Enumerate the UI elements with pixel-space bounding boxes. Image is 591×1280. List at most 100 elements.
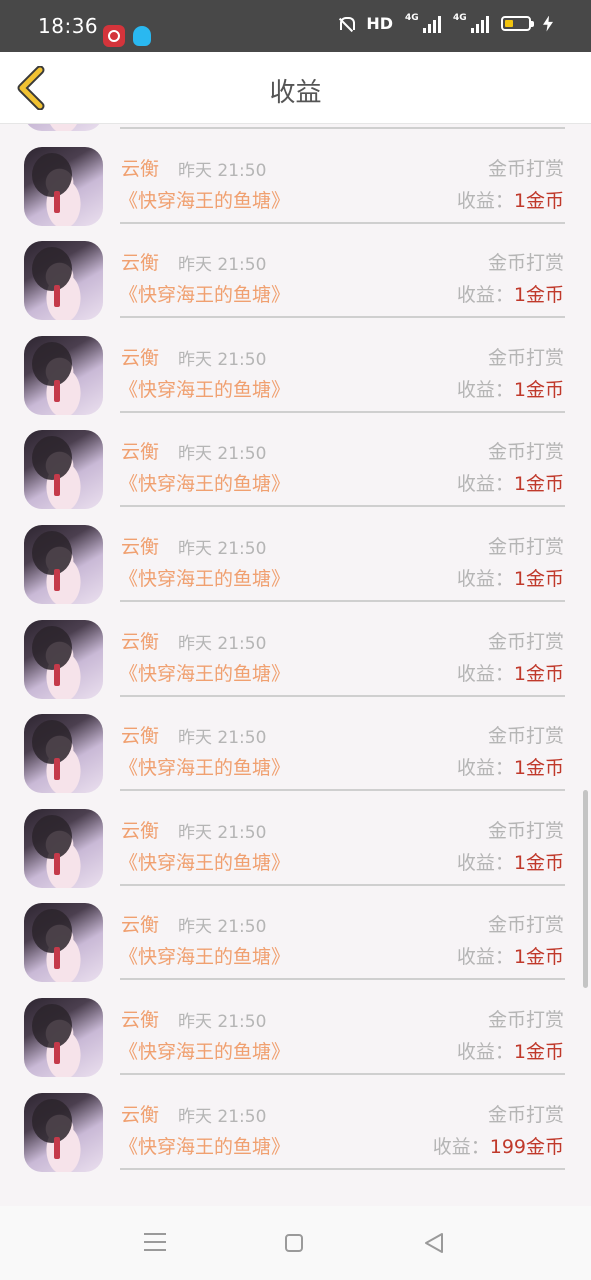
row-divider xyxy=(120,505,565,508)
avatar[interactable] xyxy=(24,997,103,1077)
income-record[interactable]: 云衡 昨天 21:50 金币打赏 《快穿海王的鱼塘》 收益：1金币 xyxy=(0,699,591,794)
income-value: 收益：1金币 xyxy=(457,848,564,875)
menu-icon[interactable] xyxy=(144,1233,166,1251)
signal-2-label: 4G xyxy=(453,12,467,23)
author-name: 云衡 xyxy=(121,252,160,275)
author-name: 云衡 xyxy=(121,441,160,464)
income-value: 收益：1金币 xyxy=(457,469,564,496)
page-title: 收益 xyxy=(269,78,322,108)
income-value: 收益：1金币 xyxy=(457,186,564,213)
record-type: 金币打赏 xyxy=(487,725,564,748)
author-name: 云衡 xyxy=(121,630,160,653)
record-time: 昨天 21:50 xyxy=(178,444,267,465)
income-record[interactable]: 云衡 昨天 21:50 金币打赏 《快穿海王的鱼塘》 收益：1金币 xyxy=(0,888,591,983)
hd-indicator: HD xyxy=(366,14,393,33)
signal-2-icon: 4G xyxy=(453,12,489,33)
book-title: 《快穿海王的鱼塘》 xyxy=(119,946,291,969)
income-label: 收益： xyxy=(456,1040,514,1063)
record-type: 金币打赏 xyxy=(487,1008,564,1031)
income-amount: 1金币 xyxy=(513,1040,564,1063)
home-icon[interactable] xyxy=(285,1234,303,1252)
income-record[interactable]: 云衡 昨天 21:50 金币打赏 《快穿海王的鱼塘》 收益：1金币 xyxy=(0,794,591,889)
book-title: 《快穿海王的鱼塘》 xyxy=(119,851,291,874)
record-time: 昨天 21:50 xyxy=(178,1011,267,1032)
row-divider xyxy=(120,1072,565,1075)
signal-1-icon: 4G xyxy=(405,12,441,33)
battery-icon xyxy=(501,16,534,31)
system-nav-bar xyxy=(0,1206,591,1280)
income-label: 收益： xyxy=(432,1135,490,1158)
book-title: 《快穿海王的鱼塘》 xyxy=(119,662,291,685)
income-amount: 199金币 xyxy=(489,1135,564,1158)
book-title: 《快穿海王的鱼塘》 xyxy=(119,473,291,496)
qq-notification-icon xyxy=(133,26,151,46)
book-title: 《快穿海王的鱼塘》 xyxy=(119,757,291,780)
income-value: 收益：1金币 xyxy=(457,564,564,591)
income-list[interactable]: 《快穿海王的鱼塘》收益：19金币云衡昨天 21:50金币打赏《快穿海王的鱼塘》收… xyxy=(0,124,591,1206)
scrollbar[interactable] xyxy=(583,790,588,988)
avatar[interactable] xyxy=(24,146,103,226)
income-record[interactable]: 云衡 昨天 21:50 金币打赏《快穿海王的鱼塘》 收益：199金币 xyxy=(0,1078,591,1173)
income-value: 收益：199金币 xyxy=(433,1132,564,1159)
back-triangle-icon[interactable] xyxy=(423,1232,445,1254)
income-value: 收益：1金币 xyxy=(457,659,564,686)
app-header: 收益 xyxy=(0,52,591,124)
income-amount: 1金币 xyxy=(513,378,564,401)
income-label: 收益： xyxy=(456,946,514,969)
avatar[interactable] xyxy=(24,124,103,131)
avatar[interactable] xyxy=(24,1092,103,1172)
avatar[interactable] xyxy=(24,241,103,321)
avatar[interactable] xyxy=(24,430,103,510)
author-name: 云衡 xyxy=(121,346,160,369)
income-label: 收益： xyxy=(456,567,514,590)
row-divider xyxy=(120,410,565,413)
income-amount: 1金币 xyxy=(513,189,564,212)
row-divider xyxy=(120,1167,565,1170)
book-title: 《快穿海王的鱼塘》 xyxy=(119,567,291,590)
income-label: 收益： xyxy=(456,851,514,874)
income-amount: 1金币 xyxy=(513,757,564,780)
avatar[interactable] xyxy=(24,714,103,794)
income-value: 收益：1金币 xyxy=(457,942,564,969)
record-time: 昨天 21:50 xyxy=(178,255,267,276)
avatar[interactable] xyxy=(24,619,103,699)
avatar[interactable] xyxy=(24,808,103,888)
record-type: 金币打赏 xyxy=(487,157,564,180)
row-divider xyxy=(120,694,565,697)
record-time: 昨天 21:50 xyxy=(178,728,267,749)
avatar[interactable] xyxy=(24,903,103,983)
charging-icon xyxy=(543,15,553,32)
income-record[interactable]: 云衡 昨天 21:50 金币打赏 《快穿海王的鱼塘》 收益：1金币 xyxy=(0,510,591,605)
income-record[interactable]: 云衡 昨天 21:50 金币打赏 《快穿海王的鱼塘》 收益：1金币 xyxy=(0,415,591,510)
avatar[interactable] xyxy=(24,524,103,604)
income-record[interactable]: 《快穿海王的鱼塘》收益：19金币 xyxy=(0,124,591,132)
record-type: 金币打赏 xyxy=(487,1103,564,1126)
author-name: 云衡 xyxy=(121,535,160,558)
record-time: 昨天 21:50 xyxy=(178,633,267,654)
avatar[interactable] xyxy=(24,335,103,415)
book-title: 《快穿海王的鱼塘》 xyxy=(119,284,291,307)
income-record[interactable]: 云衡 昨天 21:50 金币打赏 《快穿海王的鱼塘》 收益：1金币 xyxy=(0,605,591,700)
income-record[interactable]: 云衡 昨天 21:50 金币打赏 《快穿海王的鱼塘》 收益：1金币 xyxy=(0,226,591,321)
income-value: 收益：1金币 xyxy=(457,375,564,402)
income-list-items: 《快穿海王的鱼塘》收益：19金币云衡昨天 21:50金币打赏《快穿海王的鱼塘》收… xyxy=(0,124,591,1172)
record-time: 昨天 21:50 xyxy=(178,822,267,843)
book-title: 《快穿海王的鱼塘》 xyxy=(119,1135,291,1158)
row-divider xyxy=(120,599,565,602)
app-notification-icon xyxy=(103,25,125,47)
income-label: 收益： xyxy=(456,189,514,212)
record-time: 昨天 21:50 xyxy=(178,1106,267,1127)
income-amount: 1金币 xyxy=(513,851,564,874)
author-name: 云衡 xyxy=(121,1103,160,1126)
status-bar: 18:36 HD 4G 4G xyxy=(0,0,591,52)
author-name: 云衡 xyxy=(121,914,160,937)
row-divider xyxy=(120,316,565,319)
record-type: 金币打赏 xyxy=(487,535,564,558)
row-divider xyxy=(120,789,565,792)
income-label: 收益： xyxy=(456,757,514,780)
status-indicators: HD 4G 4G xyxy=(338,12,553,33)
income-record[interactable]: 云衡 昨天 21:50 金币打赏 《快穿海王的鱼塘》 收益：1金币 xyxy=(0,132,591,227)
income-record[interactable]: 云衡 昨天 21:50 金币打赏 《快穿海王的鱼塘》 收益：1金币 xyxy=(0,983,591,1078)
income-record[interactable]: 云衡 昨天 21:50 金币打赏 《快穿海王的鱼塘》 收益：1金币 xyxy=(0,321,591,416)
signal-1-label: 4G xyxy=(405,12,419,23)
